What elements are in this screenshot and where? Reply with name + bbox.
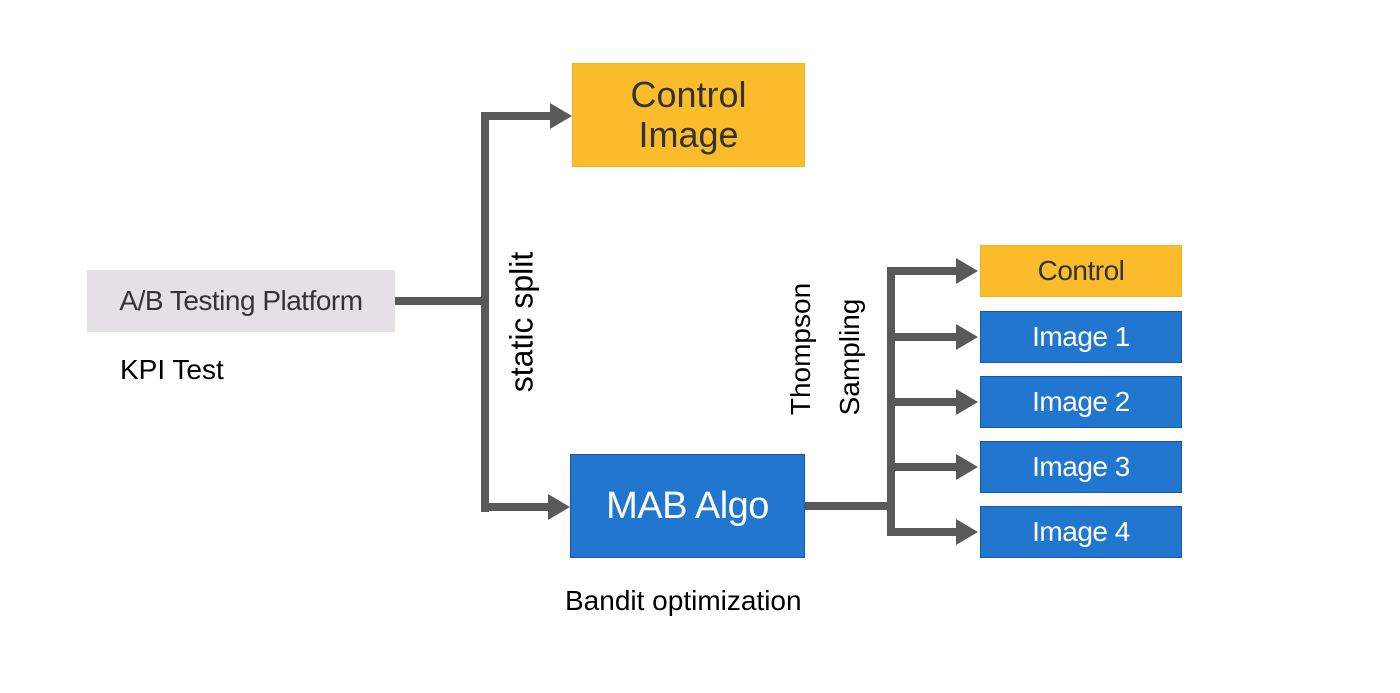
connector-to-arm: [887, 528, 959, 536]
connector-to-arm: [887, 267, 959, 275]
bandit-optimization-caption: Bandit optimization: [565, 585, 802, 616]
connector-mab-to-arms: [805, 502, 893, 510]
arm-node-control: Control: [980, 245, 1182, 297]
control-image-line1: Control: [630, 74, 747, 115]
arrowhead-arm: [956, 324, 978, 350]
ab-testing-platform-label: A/B Testing Platform: [119, 285, 363, 316]
arm-node-image-2: Image 2: [980, 376, 1182, 428]
connector-to-arm: [887, 333, 959, 341]
arm-node-image-1: Image 1: [980, 311, 1182, 363]
connector-to-arm: [887, 398, 959, 406]
arm-label: Image 3: [1032, 451, 1130, 482]
kpi-test-caption: KPI Test: [120, 354, 224, 385]
connector-to-mab: [481, 503, 553, 511]
static-split-label: static split: [503, 251, 540, 393]
arrowhead-arm: [956, 258, 978, 284]
connector-to-arm: [887, 463, 959, 471]
arm-node-image-3: Image 3: [980, 441, 1182, 493]
arrowhead-mab: [548, 494, 570, 520]
sampling-label: Sampling: [834, 298, 865, 416]
connector-platform-to-split: [395, 297, 487, 305]
arm-label: Image 1: [1032, 321, 1130, 352]
control-image-node: Control Image: [572, 63, 805, 167]
arm-label: Control: [1037, 255, 1125, 286]
arrowhead-arm: [956, 454, 978, 480]
mab-algo-label: MAB Algo: [606, 484, 769, 527]
mab-algo-node: MAB Algo: [570, 454, 805, 558]
ab-testing-platform-node: A/B Testing Platform: [87, 270, 395, 332]
control-image-line2: Image: [638, 114, 739, 155]
arrowhead-arm: [956, 389, 978, 415]
arm-node-image-4: Image 4: [980, 506, 1182, 558]
connector-to-control-image: [481, 112, 553, 120]
thompson-label: Thompson: [785, 282, 816, 416]
arm-label: Image 2: [1032, 386, 1130, 417]
arrowhead-arm: [956, 519, 978, 545]
connector-split-trunk: [481, 112, 489, 512]
arm-label: Image 4: [1032, 516, 1130, 547]
arrowhead-control-image: [550, 103, 572, 129]
